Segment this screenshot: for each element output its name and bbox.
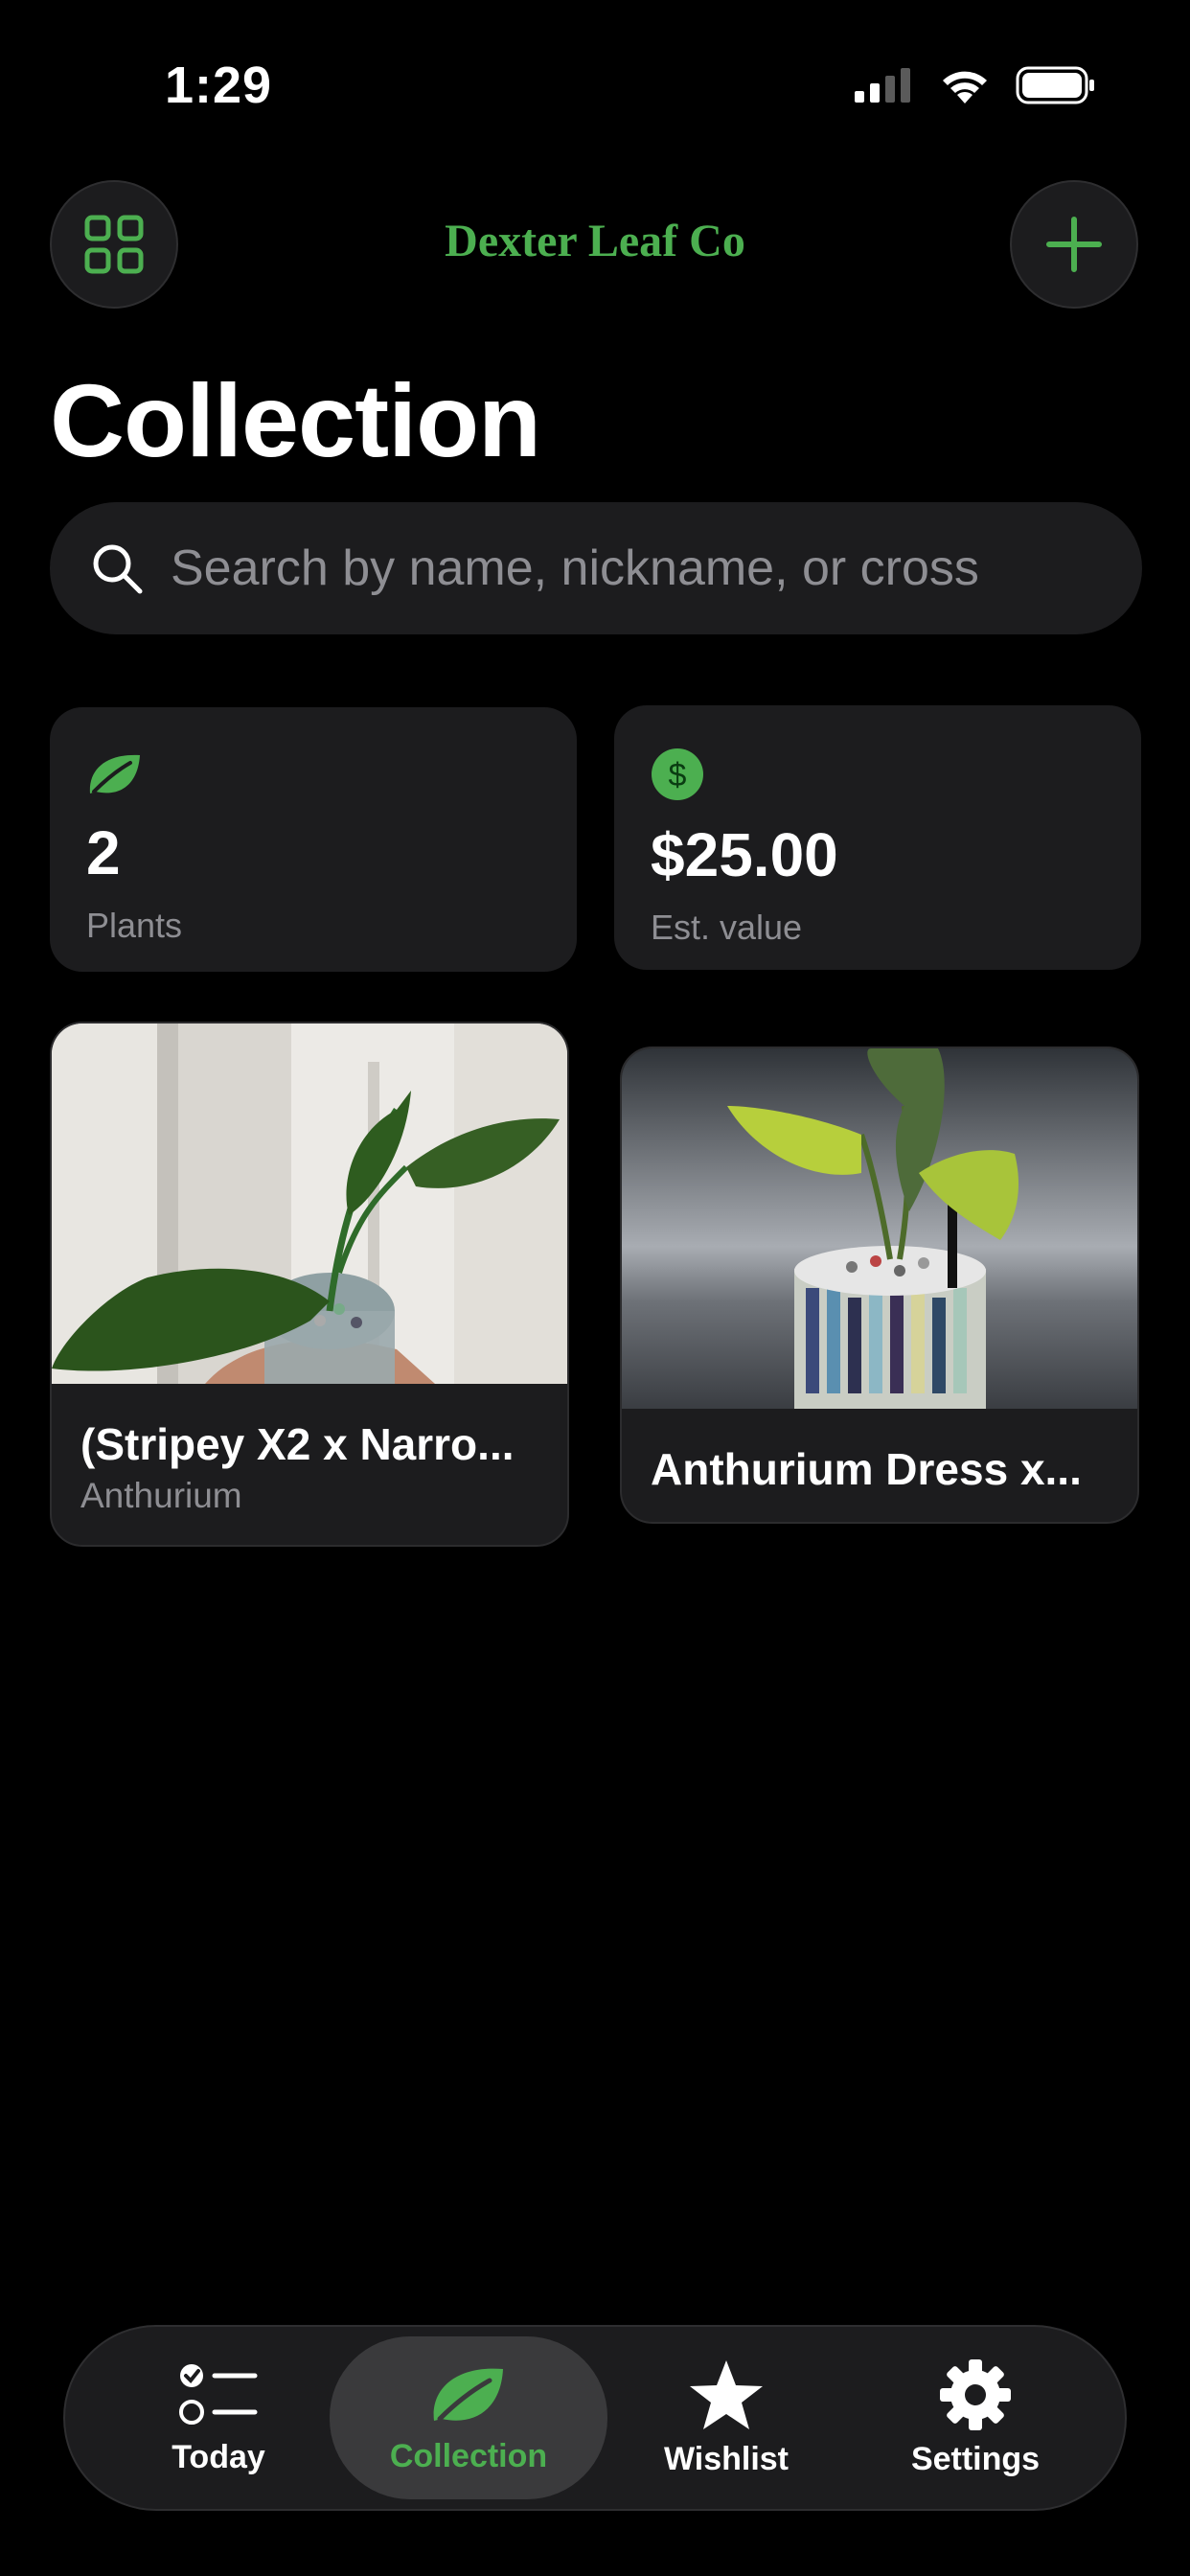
wifi-icon [943,71,987,104]
plants-count: 2 [86,818,121,887]
estimated-value-label: Est. value [651,908,803,947]
status-icons [853,65,1096,105]
tab-wishlist[interactable]: Wishlist [621,2327,832,2509]
tab-settings[interactable]: Settings [870,2327,1081,2509]
star-icon [690,2359,763,2429]
plant-name: Anthurium Dress x... [651,1444,1082,1494]
search-bar[interactable] [50,502,1142,634]
plant-genus: Anthurium [80,1476,242,1515]
leaf-icon [89,754,140,794]
estimated-value-card: $ $25.00 Est. value [614,705,1141,970]
svg-text:$: $ [669,757,687,794]
estimated-value: $25.00 [651,820,838,889]
plants-label: Plants [86,906,183,945]
plus-icon [1046,217,1102,272]
plants-count-card: 2 Plants [50,707,577,972]
plant-photo [622,1048,1137,1409]
leaf-icon [433,2368,503,2421]
tab-wishlist-label: Wishlist [663,2440,790,2477]
tab-today-label: Today [172,2438,265,2475]
dollar-icon: $ [652,748,703,800]
add-plant-button[interactable] [1010,180,1138,309]
cellular-signal-icon [855,68,910,103]
gear-icon [940,2358,1011,2430]
checklist-icon [179,2363,258,2425]
search-input[interactable] [169,539,1092,598]
plant-name: (Stripey X2 x Narro... [80,1419,515,1469]
page-title: Collection [50,362,541,478]
tab-collection[interactable]: Collection [330,2336,607,2499]
plant-card[interactable]: Anthurium Dress x... [620,1046,1139,1524]
tab-today[interactable]: Today [123,2327,314,2509]
tab-settings-label: Settings [910,2440,1041,2477]
search-icon [93,544,143,594]
battery-icon [1016,66,1094,104]
tab-bar: Today Collection Wishlist Settings [63,2325,1127,2511]
tab-collection-label: Collection [389,2437,548,2474]
status-time: 1:29 [165,57,273,114]
plant-card[interactable]: (Stripey X2 x Narro... Anthurium [50,1022,569,1547]
plant-photo [52,1024,567,1384]
